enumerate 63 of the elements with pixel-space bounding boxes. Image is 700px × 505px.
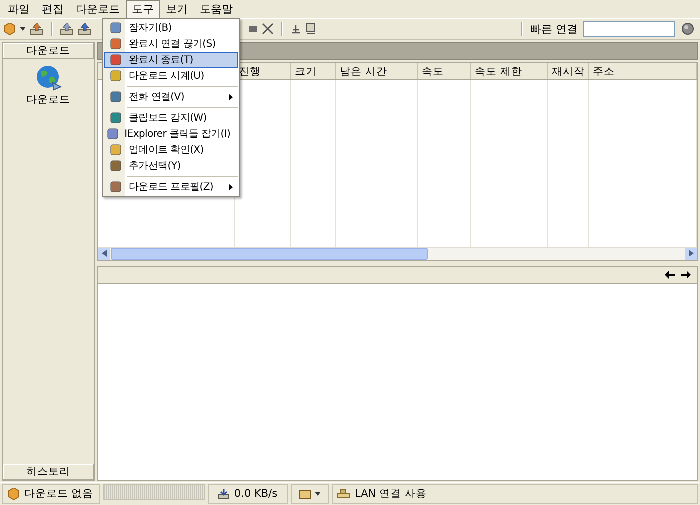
sphere-icon — [682, 23, 694, 35]
submenu-arrow-icon — [229, 184, 233, 190]
column-header[interactable]: 크기 — [291, 63, 336, 79]
menu-item-icon — [107, 128, 120, 140]
hexagon-icon — [8, 488, 20, 500]
menu-item[interactable]: 완료시 종료(T) — [104, 52, 238, 68]
caret-icon[interactable] — [315, 492, 321, 496]
sidebar-header-tab[interactable]: 다운로드 — [3, 43, 94, 59]
menu-item[interactable]: IExplorer 클릭들 잡기(I) — [104, 126, 238, 142]
hexagon-icon[interactable] — [4, 23, 16, 35]
menu-item[interactable]: 전화 연결(V) — [104, 89, 238, 105]
menu-item[interactable]: 다운로드 프로필(Z) — [104, 179, 238, 195]
globe-icon — [36, 65, 62, 91]
caret-icon[interactable] — [20, 27, 26, 31]
right-arrow-icon — [688, 250, 694, 257]
menu-item[interactable]: 잠자기(B) — [104, 20, 238, 36]
scrollbar-thumb[interactable] — [111, 248, 428, 260]
scroll-right-button[interactable] — [685, 248, 697, 260]
menu-bar-item[interactable]: 도구 — [126, 0, 160, 18]
back-arrow-icon[interactable] — [665, 270, 676, 278]
menu-item-icon — [110, 70, 122, 82]
menu-item[interactable]: 다운로드 시계(U) — [104, 68, 238, 84]
speed-text: 0.0 KB/s — [234, 488, 278, 500]
sidebar-footer-tab[interactable]: 히스토리 — [3, 464, 94, 480]
left-arrow-icon — [102, 250, 106, 257]
go-button[interactable] — [680, 21, 696, 37]
quick-connect-label: 빠른 연결 — [530, 22, 578, 36]
menu-bar-item[interactable]: 편집 — [36, 0, 70, 18]
delete-icon[interactable] — [262, 23, 274, 35]
menu-item-icon — [110, 54, 122, 66]
quick-connect-field[interactable] — [583, 21, 675, 37]
menu-item-icon — [110, 22, 122, 34]
menu-item[interactable]: 추가선택(Y) — [104, 158, 238, 174]
menu-bar-item[interactable]: 파일 — [2, 0, 36, 18]
upload-icon[interactable] — [60, 22, 74, 36]
column-header[interactable]: 주소 — [589, 63, 697, 79]
download-tray-icon — [218, 488, 230, 500]
download-icon[interactable] — [78, 22, 92, 36]
column-header[interactable]: 속도 — [418, 63, 471, 79]
menu-bar-item[interactable]: 다운로드 — [70, 0, 126, 18]
menu-item-icon — [110, 91, 122, 103]
column-header[interactable]: 속도 제한 — [471, 63, 548, 79]
menu-item[interactable]: 업데이트 확인(X) — [104, 142, 238, 158]
scroll-left-button[interactable] — [98, 248, 110, 260]
menu-item-icon — [110, 112, 122, 124]
sidebar-item[interactable]: 다운로드 — [26, 93, 70, 107]
menu-item-icon — [110, 160, 122, 172]
add-download-icon[interactable] — [30, 22, 44, 36]
connection-text: LAN 연결 사용 — [355, 487, 427, 501]
menu-item-icon — [110, 144, 122, 156]
stop-icon[interactable] — [248, 24, 258, 34]
column-header[interactable]: 재시작 — [548, 63, 589, 79]
menu-item[interactable]: 클립보드 감지(W) — [104, 110, 238, 126]
column-header[interactable]: 남은 시간 — [336, 63, 418, 79]
menu-item-icon — [110, 181, 122, 193]
menu-item[interactable]: 완료시 연결 끊기(S) — [104, 36, 238, 52]
menu-item-icon — [110, 38, 122, 50]
menu-bar-item[interactable]: 보기 — [160, 0, 194, 18]
status-text: 다운로드 없음 — [24, 487, 94, 501]
folder-icon[interactable] — [299, 489, 311, 499]
forward-arrow-icon[interactable] — [680, 270, 691, 278]
menu-bar-item[interactable]: 도움말 — [194, 0, 239, 18]
submenu-arrow-icon — [229, 94, 233, 100]
